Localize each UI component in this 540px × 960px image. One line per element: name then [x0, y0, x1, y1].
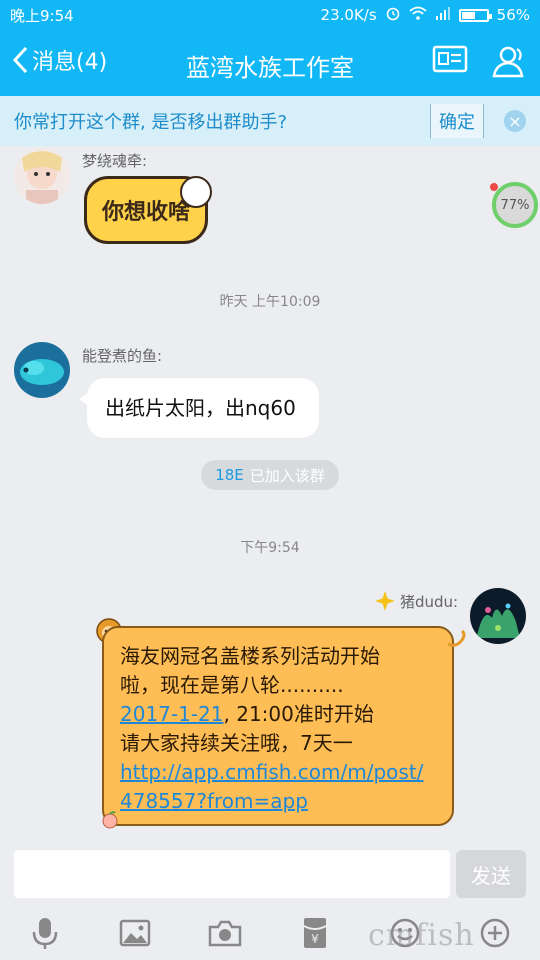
- send-button[interactable]: 发送: [456, 850, 526, 898]
- joined-member-name[interactable]: 18E: [215, 466, 244, 484]
- battery-icon: [458, 8, 492, 22]
- battery-percent: 56%: [496, 6, 530, 24]
- sticker-face-icon: [180, 176, 212, 208]
- wifi-icon: [409, 6, 427, 24]
- red-packet-icon: ¥: [303, 918, 327, 948]
- watermark: cmfish: [368, 918, 475, 953]
- sparkle-icon: [375, 591, 395, 611]
- group-assistant-notice: 你常打开这个群, 是否移出群助手? 确定 ×: [0, 96, 540, 146]
- message-line: 啦，现在是第八轮..........: [120, 673, 344, 697]
- avatar[interactable]: [14, 342, 70, 398]
- member-joined-notice: 18E 已加入该群: [201, 460, 339, 490]
- image-button[interactable]: [115, 913, 155, 953]
- notice-text: 你常打开这个群, 是否移出群助手?: [14, 112, 287, 133]
- red-packet-button[interactable]: ¥: [295, 913, 335, 953]
- sender-name: 猪dudu:: [374, 590, 458, 612]
- group-members-icon[interactable]: [490, 44, 528, 82]
- post-url-link[interactable]: http://app.cmfish.com/m/post/: [120, 760, 423, 784]
- alarm-icon: [385, 5, 401, 25]
- message-line: 海友网冠名盖楼系列活动开始: [120, 644, 380, 668]
- voice-button[interactable]: [25, 913, 65, 953]
- avatar[interactable]: [14, 148, 70, 204]
- timestamp: 昨天 上午10:09: [219, 294, 321, 310]
- message-line: 请大家持续关注哦，7天一: [120, 731, 353, 755]
- status-bar: 晚上9:54 23.0K/s 56%: [0, 0, 540, 30]
- status-time: 晚上9:54: [10, 6, 74, 25]
- more-button[interactable]: [475, 913, 515, 953]
- joined-text: 已加入该群: [249, 466, 325, 485]
- peach-decor-icon: [100, 810, 120, 834]
- title-bar: 消息(4) 蓝湾水族工作室: [0, 30, 540, 96]
- plus-circle-icon: [480, 918, 510, 948]
- message-line: http://app.cmfish.com/m/post/: [120, 758, 436, 787]
- camera-button[interactable]: [205, 913, 245, 953]
- network-speed: 23.0K/s: [320, 6, 377, 24]
- svg-text:¥: ¥: [311, 932, 319, 946]
- signal-icon: [435, 6, 451, 24]
- sender-name: 梦绕魂牵:: [82, 152, 148, 170]
- text-message[interactable]: 出纸片太阳，出nq60: [79, 378, 319, 438]
- image-icon: [119, 919, 151, 947]
- message-line: 478557?from=app: [120, 787, 436, 816]
- message-line-text: , 21:00准时开始: [223, 702, 374, 726]
- post-url-link-continued[interactable]: 478557?from=app: [120, 789, 308, 813]
- monkey-tail-decor-icon: [446, 628, 468, 654]
- confirm-button[interactable]: 确定: [430, 104, 484, 138]
- timestamp: 下午9:54: [240, 540, 300, 556]
- activity-announcement-message[interactable]: 海友网冠名盖楼系列活动开始 啦，现在是第八轮.......... 2017-1-…: [102, 626, 454, 826]
- sticker-text: 你想收啥: [101, 199, 190, 225]
- message-line: 2017-1-21, 21:00准时开始: [120, 700, 436, 729]
- camera-icon: [208, 920, 242, 947]
- avatar[interactable]: [470, 588, 526, 644]
- message-input[interactable]: [14, 850, 450, 898]
- sender-name-text: 猪dudu:: [400, 592, 459, 611]
- group-profile-icon[interactable]: [432, 44, 468, 82]
- close-icon[interactable]: ×: [504, 110, 526, 132]
- floating-progress-widget[interactable]: 77%: [492, 182, 538, 228]
- message-input-bar: 发送: [0, 840, 540, 906]
- sender-name: 能登煮的鱼:: [82, 347, 163, 365]
- date-link[interactable]: 2017-1-21: [120, 702, 224, 726]
- microphone-icon: [32, 918, 58, 949]
